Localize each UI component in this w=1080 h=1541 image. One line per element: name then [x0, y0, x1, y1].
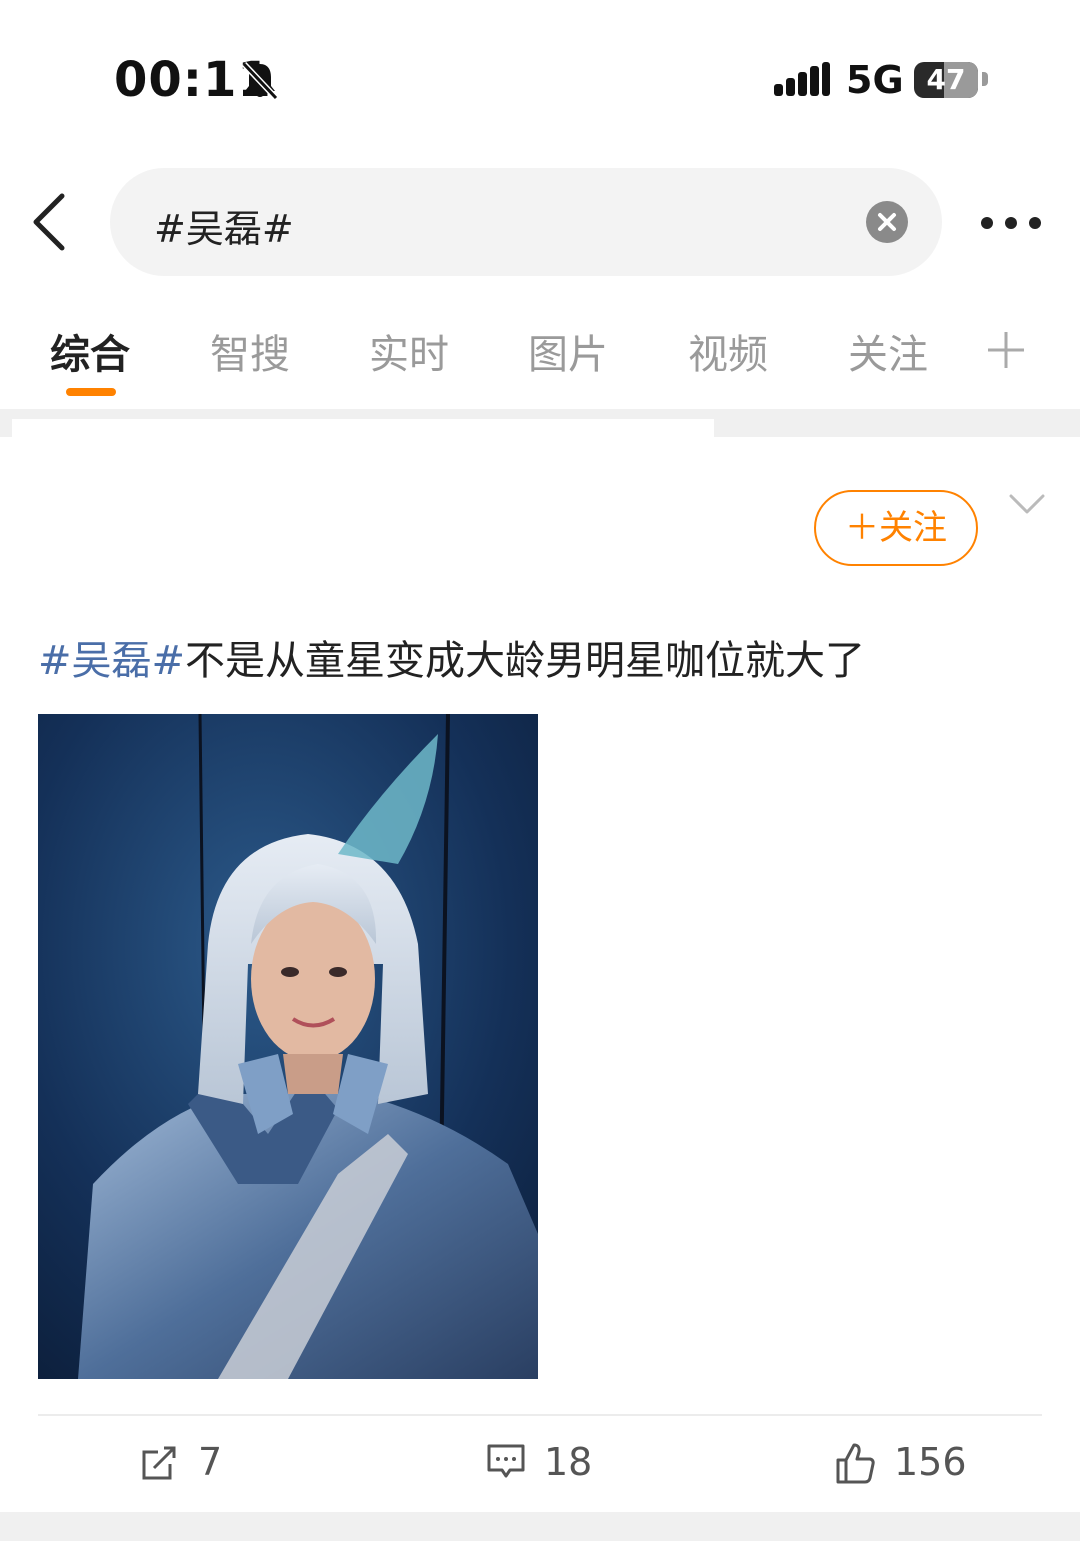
tab-videos[interactable]: 视频: [688, 322, 768, 380]
tab-following[interactable]: 关注: [848, 322, 928, 380]
bell-muted-icon: [241, 61, 279, 101]
repost-count: 7: [198, 1440, 223, 1484]
comment-button[interactable]: 18: [486, 1438, 596, 1488]
tab-comprehensive[interactable]: 综合: [50, 322, 130, 380]
like-button[interactable]: 156: [834, 1438, 967, 1488]
repost-icon: [142, 1446, 176, 1480]
search-tabs: 综合 智搜 实时 图片 视频 关注: [0, 310, 1080, 410]
post-body-text: 不是从童星变成大龄男明星咖位就大了: [185, 638, 866, 684]
card-top-edge: [12, 419, 714, 439]
post-photo[interactable]: [38, 714, 538, 1379]
status-bar: 00:11 5G 47: [0, 0, 1080, 160]
network-type: 5G: [846, 58, 904, 102]
battery-percent: 47: [926, 63, 966, 96]
more-options-icon[interactable]: [976, 206, 1046, 240]
search-input[interactable]: #吴磊#: [110, 168, 942, 276]
thumbs-up-icon: [836, 1443, 875, 1484]
comment-count: 18: [544, 1440, 593, 1484]
add-tab-icon[interactable]: [984, 328, 1028, 372]
hashtag-link[interactable]: #吴磊#: [38, 638, 185, 684]
post-text: #吴磊#不是从童星变成大龄男明星咖位就大了: [38, 628, 865, 686]
follow-button[interactable]: ＋关注: [814, 490, 978, 566]
chevron-down-icon[interactable]: [1008, 492, 1046, 516]
clear-search-button[interactable]: [866, 201, 908, 243]
like-count: 156: [894, 1440, 967, 1484]
repost-button[interactable]: 7: [140, 1438, 240, 1488]
signal-icon: [774, 62, 830, 96]
tab-smart-search[interactable]: 智搜: [210, 322, 290, 380]
tab-images[interactable]: 图片: [528, 322, 608, 380]
post-divider: [38, 1414, 1042, 1416]
close-icon: [878, 213, 896, 231]
battery-cap: [982, 72, 988, 86]
battery-icon: 47: [914, 62, 978, 98]
tab-realtime[interactable]: 实时: [369, 322, 449, 380]
bottom-separator: [0, 1512, 1080, 1541]
active-tab-indicator: [66, 388, 116, 396]
comment-icon: [487, 1444, 525, 1478]
search-query[interactable]: #吴磊#: [154, 198, 294, 253]
back-icon[interactable]: [26, 190, 76, 254]
